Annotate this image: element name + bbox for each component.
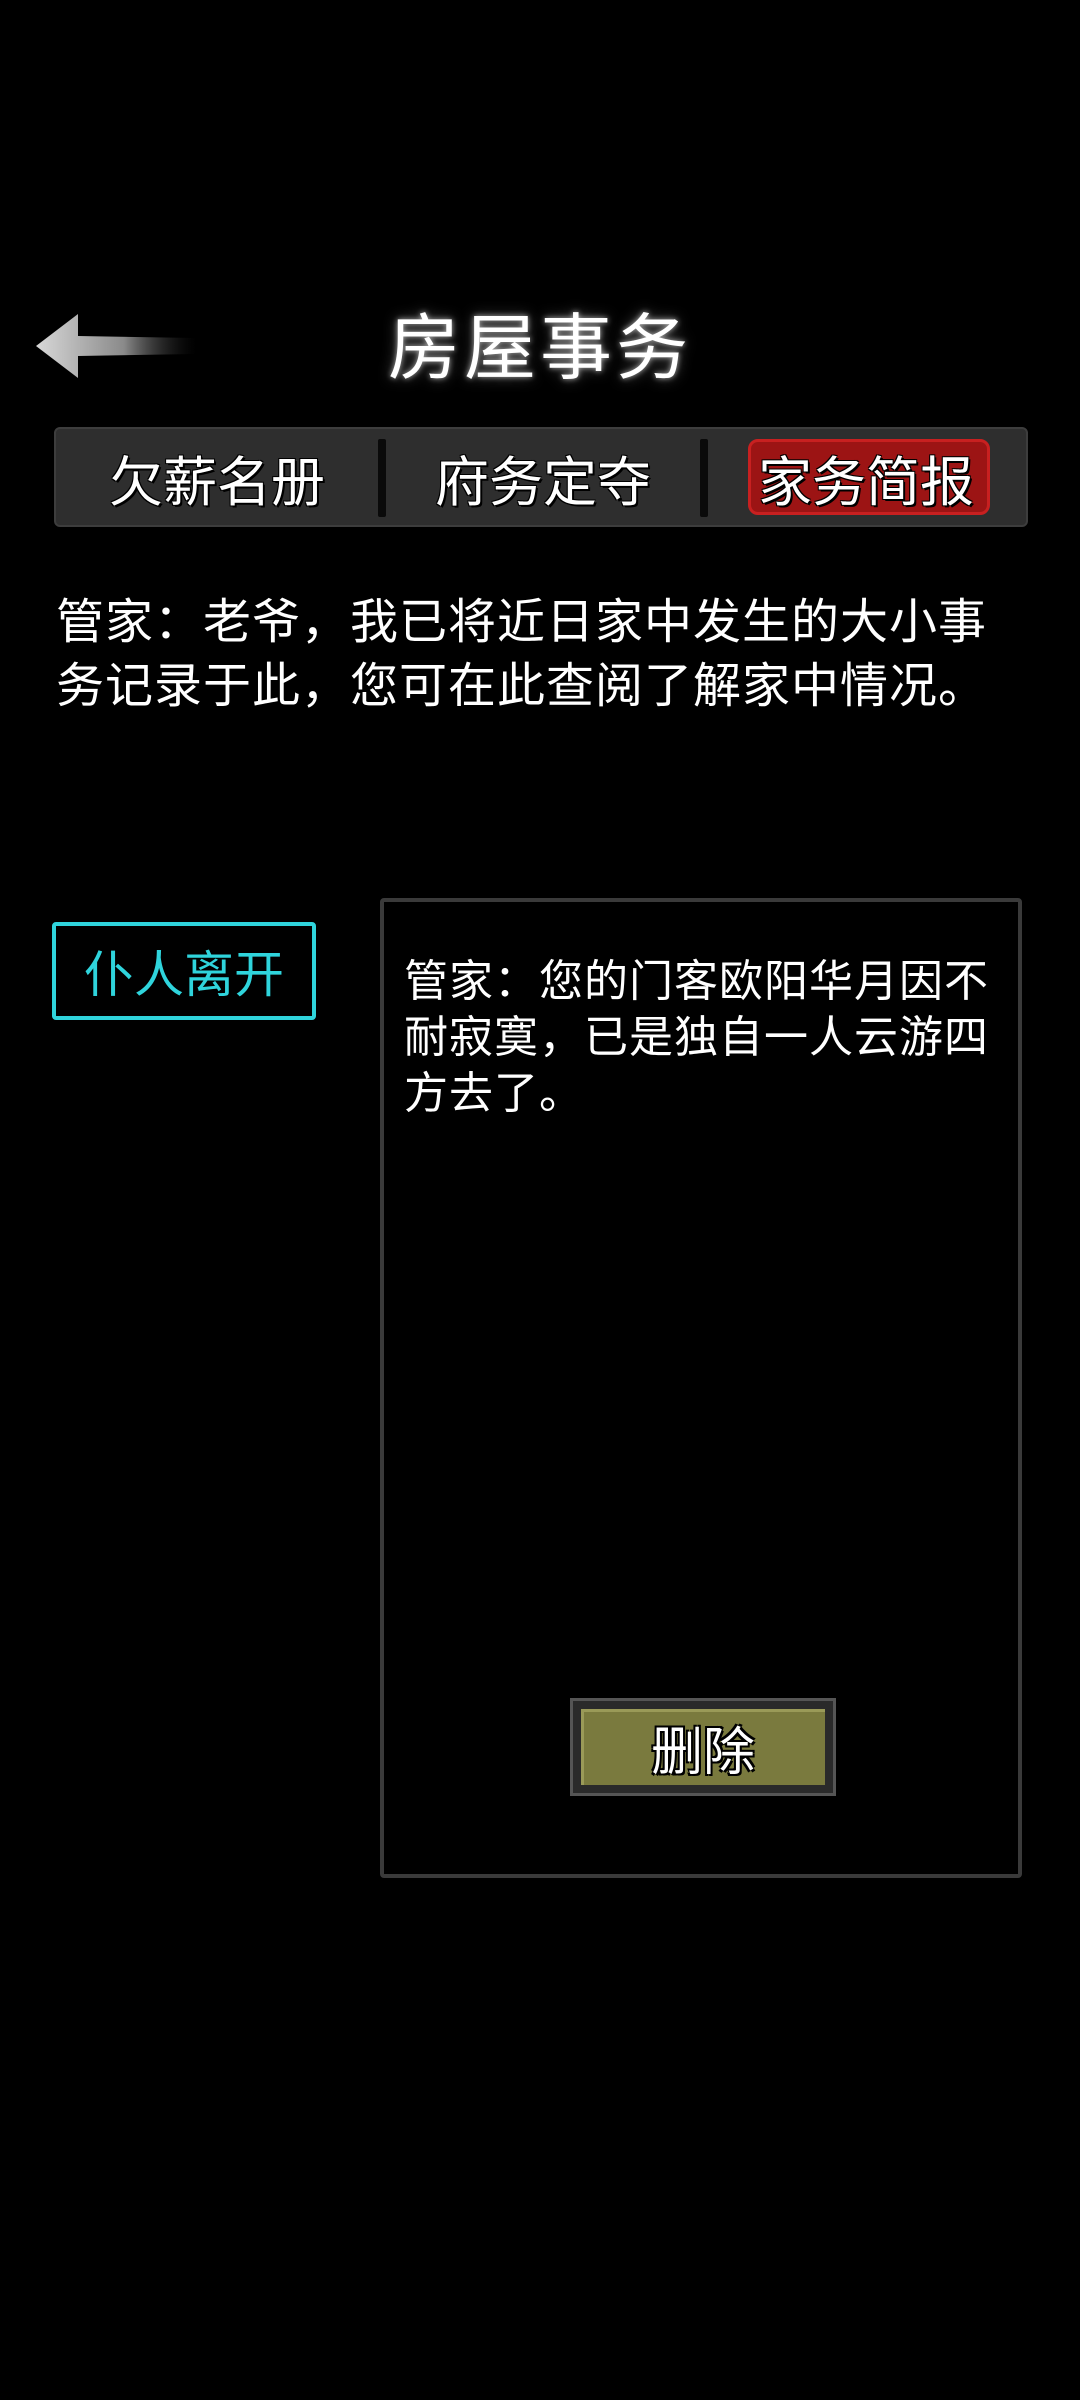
steward-intro-text: 管家：老爷，我已将近日家中发生的大小事务记录于此，您可在此查阅了解家中情况。 <box>56 594 988 714</box>
report-panel: 管家：您的门客欧阳华月因不耐寂寞，已是独自一人云游四方去了。 删除 <box>380 898 1022 1878</box>
page-title: 房屋事务 <box>387 306 692 390</box>
delete-button-label: 删除 <box>650 1722 755 1783</box>
tab-bar: 欠薪名册 府务定夺 家务简报 <box>54 427 1028 527</box>
delete-button[interactable]: 删除 <box>570 1698 836 1796</box>
tab-unpaid-wages[interactable]: 欠薪名册 <box>56 429 378 525</box>
tab-household-briefing[interactable]: 家务简报 <box>704 429 1028 525</box>
report-text: 管家：您的门客欧阳华月因不耐寂寞，已是独自一人云游四方去了。 <box>404 956 989 1119</box>
tab-household-decisions[interactable]: 府务定夺 <box>382 429 704 525</box>
category-servant-leave-button[interactable]: 仆人离开 <box>52 922 316 1020</box>
